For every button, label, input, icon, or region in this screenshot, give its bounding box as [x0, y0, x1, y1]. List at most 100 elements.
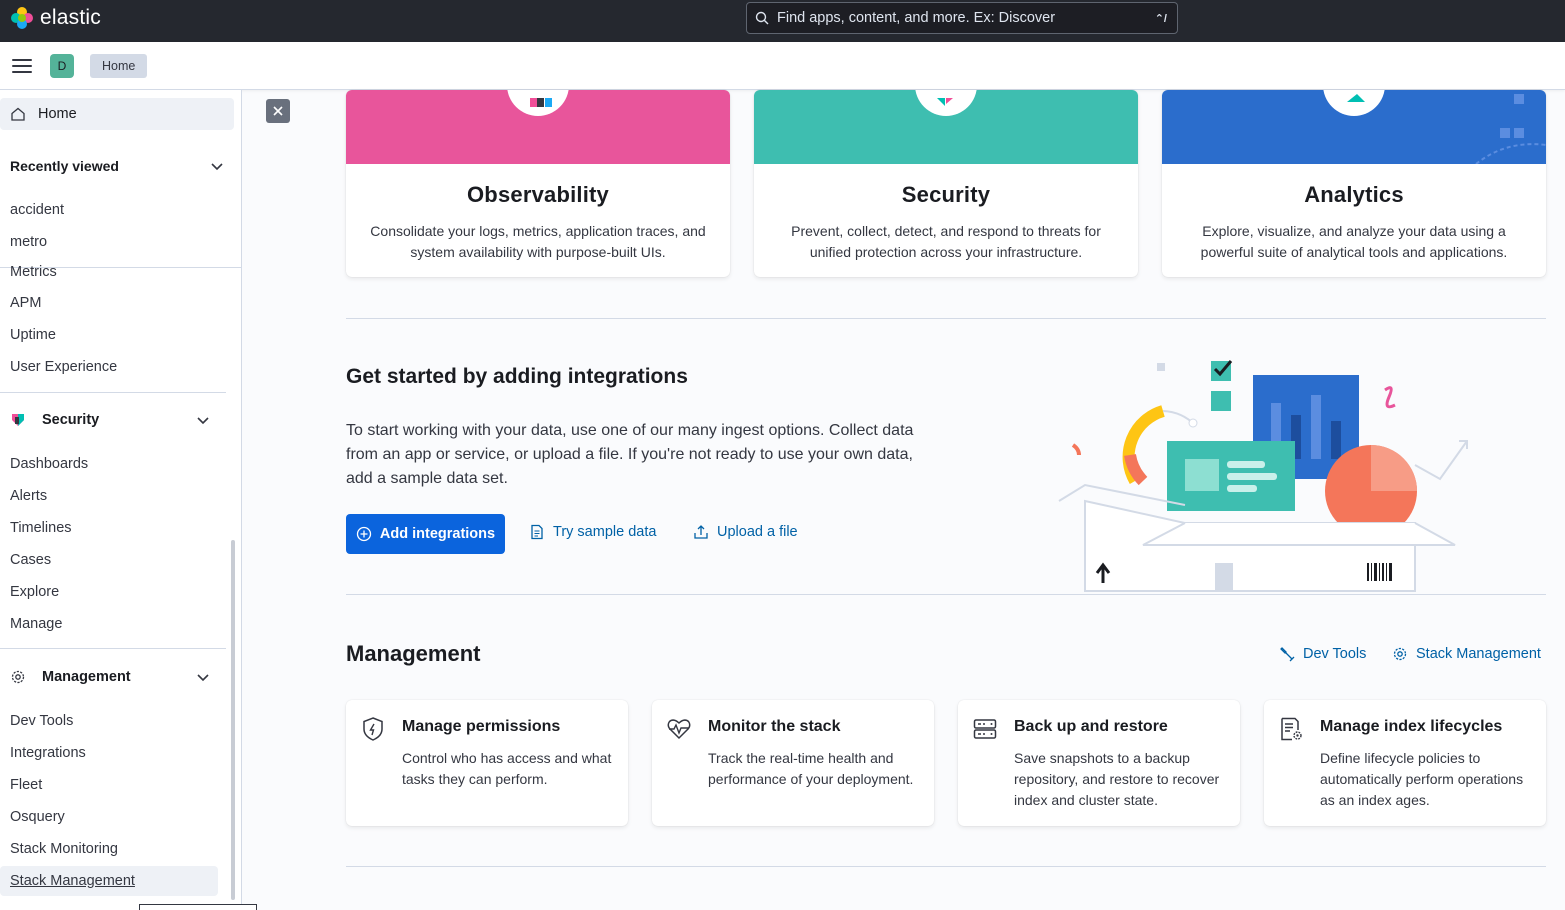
solution-title: Analytics — [1304, 182, 1404, 207]
chevron-down-icon — [197, 674, 209, 682]
sidebar-item-integrations[interactable]: Integrations — [10, 745, 86, 761]
sidebar-item-user-experience[interactable]: User Experience — [10, 359, 117, 375]
sidebar-item-fleet[interactable]: Fleet — [10, 777, 42, 793]
management-card-permissions[interactable]: Manage permissions Control who has acces… — [346, 700, 628, 826]
solution-card-security[interactable]: Security Prevent, collect, detect, and r… — [754, 90, 1138, 277]
document-icon — [531, 524, 543, 540]
section-divider — [346, 318, 1546, 319]
link-label: Upload a file — [717, 524, 798, 540]
sidebar-item-uptime[interactable]: Uptime — [10, 327, 56, 343]
sidebar-item-osquery[interactable]: Osquery — [10, 809, 65, 825]
hamburger-icon — [12, 59, 32, 61]
management-card-backup[interactable]: Back up and restore Save snapshots to a … — [958, 700, 1240, 826]
solution-description: Consolidate your logs, metrics, applicat… — [370, 223, 706, 260]
recent-item-metro[interactable]: metro — [10, 234, 47, 250]
sidebar-item-apm[interactable]: APM — [10, 295, 41, 311]
search-input[interactable]: Find apps, content, and more. Ex: Discov… — [777, 10, 1155, 26]
card-title: Monitor the stack — [708, 718, 841, 735]
elastic-logo[interactable]: elastic — [10, 6, 101, 30]
sidebar-item-dev-tools[interactable]: Dev Tools — [10, 713, 73, 729]
get-started-title: Get started by adding integrations — [346, 365, 688, 388]
gear-icon — [11, 670, 25, 684]
security-section-toggle[interactable]: Security — [10, 412, 210, 428]
card-description: Track the real-time health and performan… — [708, 750, 914, 787]
card-description: Define lifecycle policies to automatical… — [1320, 750, 1524, 808]
management-card-index-lifecycles[interactable]: Manage index lifecycles Define lifecycle… — [1264, 700, 1546, 826]
management-section-title: Management — [42, 669, 131, 685]
solution-logo — [1323, 90, 1385, 116]
sidebar-item-dashboards[interactable]: Dashboards — [10, 456, 88, 472]
section-divider — [346, 866, 1546, 867]
sidebar-scrollbar[interactable] — [231, 540, 235, 900]
search-icon — [755, 11, 769, 25]
chevron-down-icon — [211, 163, 223, 171]
top-header: elastic Find apps, content, and more. Ex… — [0, 0, 1565, 42]
security-section-title: Security — [42, 412, 100, 428]
plus-circle-icon — [356, 526, 372, 542]
global-search[interactable]: Find apps, content, and more. Ex: Discov… — [746, 2, 1178, 34]
stack-management-link[interactable]: Stack Management — [1392, 646, 1541, 662]
divider — [0, 648, 226, 649]
menu-toggle-button[interactable] — [12, 59, 32, 73]
card-title: Manage index lifecycles — [1320, 718, 1503, 735]
observability-logo-icon — [530, 98, 552, 107]
wrench-icon — [1280, 647, 1295, 662]
search-shortcut: ⌃/ — [1154, 12, 1167, 25]
card-title: Manage permissions — [402, 718, 561, 735]
sidebar-item-home[interactable]: Home — [0, 98, 234, 130]
analytics-logo-icon — [1347, 94, 1365, 102]
sidebar-item-explore[interactable]: Explore — [10, 584, 59, 600]
recent-item-accident[interactable]: accident — [10, 202, 64, 218]
solution-description: Explore, visualize, and analyze your dat… — [1200, 223, 1508, 260]
close-icon — [273, 106, 283, 116]
collapse-nav-button[interactable] — [266, 99, 290, 123]
upload-file-link[interactable]: Upload a file — [693, 524, 798, 540]
solution-title: Security — [901, 182, 991, 207]
solution-description: Prevent, collect, detect, and respond to… — [791, 223, 1101, 260]
index-settings-icon — [1281, 717, 1302, 741]
upload-icon — [694, 525, 708, 539]
add-integrations-button[interactable]: Add integrations — [346, 514, 505, 554]
link-label: Try sample data — [553, 524, 657, 540]
side-navigation: Home Recently viewed accident metro Metr… — [0, 90, 242, 910]
recently-viewed-toggle[interactable]: Recently viewed — [10, 158, 224, 174]
storage-icon — [973, 719, 997, 739]
sidebar-item-metrics[interactable]: Metrics — [10, 264, 57, 280]
solution-card-analytics[interactable]: Analytics Explore, visualize, and analyz… — [1162, 90, 1546, 277]
security-logo-icon — [937, 98, 953, 106]
solution-card-observability[interactable]: Observability Consolidate your logs, met… — [346, 90, 730, 277]
space-avatar[interactable]: D — [50, 54, 74, 78]
chevron-down-icon — [197, 417, 209, 425]
decorative-squares-icon — [1475, 94, 1546, 164]
card-title: Back up and restore — [1014, 718, 1168, 735]
solution-logo — [507, 90, 569, 116]
elastic-logo-icon — [11, 7, 33, 29]
breadcrumb-bar: D Home — [0, 42, 1565, 90]
card-description: Save snapshots to a backup repository, a… — [1014, 750, 1220, 808]
solution-banner — [754, 90, 1138, 164]
solution-title: Observability — [467, 182, 609, 207]
sidebar-item-stack-monitoring[interactable]: Stack Monitoring — [10, 841, 118, 857]
divider — [0, 392, 226, 393]
dev-tools-link[interactable]: Dev Tools — [1279, 646, 1366, 662]
sidebar-item-timelines[interactable]: Timelines — [10, 520, 72, 536]
sidebar-item-cases[interactable]: Cases — [10, 552, 51, 568]
sidebar-item-manage[interactable]: Manage — [10, 616, 62, 632]
management-title: Management — [346, 641, 481, 666]
management-section-toggle[interactable]: Management — [10, 669, 210, 685]
solution-banner — [1162, 90, 1546, 164]
section-divider — [346, 594, 1546, 595]
try-sample-data-link[interactable]: Try sample data — [529, 524, 656, 540]
management-card-monitor[interactable]: Monitor the stack Track the real-time he… — [652, 700, 934, 826]
get-started-description: To start working with your data, use one… — [346, 422, 914, 487]
button-label: Add integrations — [379, 526, 496, 542]
solution-banner — [346, 90, 730, 164]
security-logo-icon — [12, 414, 24, 426]
gear-icon — [1393, 647, 1407, 661]
sidebar-item-label: Home — [38, 106, 77, 122]
logo-text: elastic — [40, 6, 101, 29]
sidebar-item-alerts[interactable]: Alerts — [10, 488, 47, 504]
sidebar-item-stack-management[interactable]: Stack Management — [10, 873, 135, 889]
breadcrumb[interactable]: Home — [90, 54, 148, 78]
shield-icon — [363, 717, 383, 741]
